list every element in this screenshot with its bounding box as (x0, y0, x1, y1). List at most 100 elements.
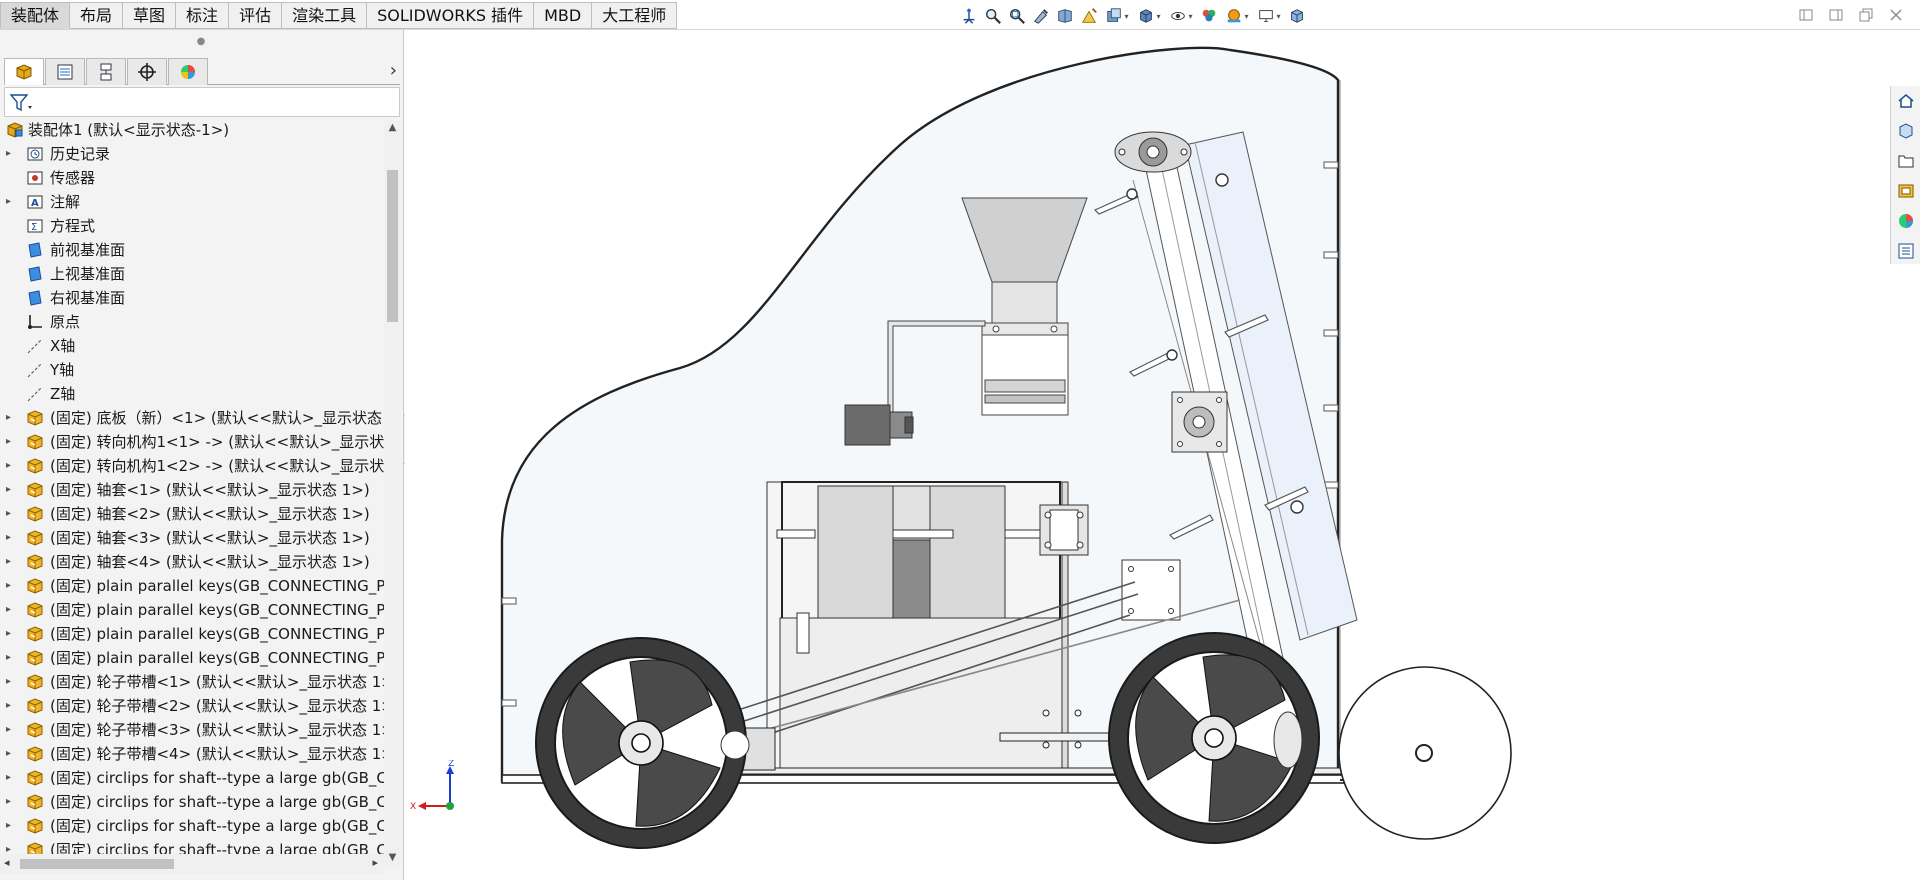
tree-item[interactable]: ▸ (固定) 轴套<1> (默认<<默认>_显示状态 1>) (0, 478, 384, 502)
tree-horizontal-scrollbar[interactable]: ◂ ▸ (0, 854, 384, 874)
scroll-right-icon[interactable]: ▸ (372, 856, 378, 869)
expand-arrow-icon[interactable]: ▸ (6, 670, 16, 694)
command-tab[interactable]: 评估 (229, 2, 283, 29)
tree-item[interactable]: 前视基准面 (0, 238, 384, 262)
tree-item[interactable]: ▸ (固定) circlips for shaft--type a large g… (0, 814, 384, 838)
expand-arrow-icon[interactable]: ▸ (6, 646, 16, 670)
tree-item[interactable]: ▸ (固定) 轮子带槽<2> (默认<<默认>_显示状态 1>) (0, 694, 384, 718)
dynamic-annotation-icon[interactable] (1078, 5, 1100, 27)
tree-item[interactable]: ▸ (固定) plain parallel keys(GB_CONNECTING_… (0, 598, 384, 622)
command-tab[interactable]: 草图 (123, 2, 177, 29)
expand-arrow-icon[interactable]: ▸ (6, 478, 16, 502)
tree-item[interactable]: ▸ A 注解 (0, 190, 384, 214)
tree-item[interactable]: 上视基准面 (0, 262, 384, 286)
restore-icon[interactable] (1856, 6, 1876, 24)
expand-arrow-icon[interactable]: ▸ (6, 190, 16, 214)
tree-item[interactable]: ▸ (固定) 轴套<4> (默认<<默认>_显示状态 1>) (0, 550, 384, 574)
panel-grip-icon[interactable]: ● (196, 36, 206, 47)
zoom-to-fit-icon[interactable] (982, 5, 1004, 27)
expand-arrow-icon[interactable]: ▸ (6, 406, 16, 430)
command-tab[interactable]: 大工程师 (592, 2, 678, 29)
tree-item[interactable]: ▸ (固定) circlips for shaft--type a large g… (0, 766, 384, 790)
expand-arrow-icon[interactable]: ▸ (6, 430, 16, 454)
tree-vertical-scrollbar[interactable]: ▲ ▼ (384, 120, 401, 868)
view-settings-icon[interactable]: ▾ (1102, 5, 1132, 27)
tree-item[interactable]: 右视基准面 (0, 286, 384, 310)
expand-arrow-icon[interactable]: ▸ (6, 790, 16, 814)
tile-right-icon[interactable] (1826, 6, 1846, 24)
file-explorer-icon[interactable] (1891, 146, 1920, 176)
command-tab[interactable]: 标注 (176, 2, 230, 29)
tree-item[interactable]: ▸ (固定) 转向机构1<1> -> (默认<<默认>_显示状态 (0, 430, 384, 454)
apply-scene-icon[interactable]: ▾ (1222, 5, 1252, 27)
tree-item[interactable]: ▸ (固定) 轴套<3> (默认<<默认>_显示状态 1>) (0, 526, 384, 550)
tree-filter-input[interactable] (4, 87, 400, 117)
home-icon[interactable] (1891, 86, 1920, 116)
command-tab[interactable]: 装配体 (0, 2, 71, 29)
edit-appearance-icon[interactable] (1198, 5, 1220, 27)
expand-arrow-icon[interactable]: ▸ (6, 550, 16, 574)
command-tab[interactable]: MBD (534, 2, 593, 29)
feature-manager-icon[interactable] (4, 58, 44, 85)
scroll-down-icon[interactable]: ▼ (387, 852, 398, 866)
property-manager-icon[interactable] (45, 58, 85, 85)
command-tab[interactable]: 渲染工具 (282, 2, 368, 29)
tree-item[interactable]: ▸ (固定) 轮子带槽<1> (默认<<默认>_显示状态 1>) (0, 670, 384, 694)
scroll-up-icon[interactable]: ▲ (387, 122, 398, 136)
expand-arrow-icon[interactable]: ▸ (6, 694, 16, 718)
zoom-area-icon[interactable] (1006, 5, 1028, 27)
tree-item[interactable]: ▸ 历史记录 (0, 142, 384, 166)
expand-arrow-icon[interactable]: ▸ (6, 454, 16, 478)
tree-item[interactable]: X轴 (0, 334, 384, 358)
tile-left-icon[interactable] (1796, 6, 1816, 24)
appearances-icon[interactable] (1891, 206, 1920, 236)
scroll-thumb-horizontal[interactable] (20, 859, 174, 869)
tree-item[interactable]: ▸ (固定) 轮子带槽<3> (默认<<默认>_显示状态 1>) (0, 718, 384, 742)
dimxpert-manager-icon[interactable] (127, 58, 167, 85)
assembly-drawing[interactable] (405, 31, 1885, 880)
view-palette-icon[interactable] (1891, 176, 1920, 206)
chevron-right-icon[interactable]: › (390, 60, 397, 81)
custom-properties-icon[interactable] (1891, 236, 1920, 266)
view-orientation-icon[interactable] (958, 5, 980, 27)
tree-item[interactable]: ▸ (固定) plain parallel keys(GB_CONNECTING_… (0, 574, 384, 598)
tree-item[interactable]: ▸ (固定) 轮子带槽<4> (默认<<默认>_显示状态 1>) (0, 742, 384, 766)
close-icon[interactable] (1886, 6, 1906, 24)
expand-arrow-icon[interactable]: ▸ (6, 574, 16, 598)
tree-item[interactable]: 原点 (0, 310, 384, 334)
tree-item[interactable]: ▸ (固定) 转向机构1<2> -> (默认<<默认>_显示状态 (0, 454, 384, 478)
expand-arrow-icon[interactable]: ▸ (6, 814, 16, 838)
3d-view-icon[interactable] (1286, 5, 1308, 27)
tree-item[interactable]: 传感器 (0, 166, 384, 190)
hide-show-items-icon[interactable]: ▾ (1166, 5, 1196, 27)
tree-item[interactable]: Z轴 (0, 382, 384, 406)
tree-item[interactable]: ▸ (固定) 底板（新）<1> (默认<<默认>_显示状态 1 (0, 406, 384, 430)
tree-root-item[interactable]: 装配体1 (默认<显示状态-1>) (0, 118, 384, 142)
expand-arrow-icon[interactable]: ▸ (6, 142, 16, 166)
tree-item[interactable]: ▸ (固定) plain parallel keys(GB_CONNECTING_… (0, 646, 384, 670)
tree-item[interactable]: Y轴 (0, 358, 384, 382)
expand-arrow-icon[interactable]: ▸ (6, 718, 16, 742)
expand-arrow-icon[interactable]: ▸ (6, 502, 16, 526)
tree-item[interactable]: ▸ (固定) 轴套<2> (默认<<默认>_显示状态 1>) (0, 502, 384, 526)
expand-arrow-icon[interactable]: ▸ (6, 622, 16, 646)
command-tab[interactable]: SOLIDWORKS 插件 (367, 2, 535, 29)
scroll-thumb[interactable] (387, 170, 398, 322)
display-style-icon[interactable]: ▾ (1134, 5, 1164, 27)
expand-arrow-icon[interactable]: ▸ (6, 598, 16, 622)
configuration-manager-icon[interactable] (86, 58, 126, 85)
tree-item[interactable]: Σ 方程式 (0, 214, 384, 238)
command-tab[interactable]: 布局 (70, 2, 124, 29)
tree-item[interactable]: ▸ (固定) circlips for shaft--type a large g… (0, 790, 384, 814)
scroll-left-icon[interactable]: ◂ (4, 856, 10, 869)
view-display-icon[interactable]: ▾ (1254, 5, 1284, 27)
display-manager-icon[interactable] (168, 58, 208, 85)
expand-arrow-icon[interactable]: ▸ (6, 766, 16, 790)
previous-view-icon[interactable] (1030, 5, 1052, 27)
expand-arrow-icon[interactable]: ▸ (6, 742, 16, 766)
section-view-icon[interactable] (1054, 5, 1076, 27)
graphics-area[interactable]: Z X (405, 31, 1920, 880)
tree-item[interactable]: ▸ (固定) plain parallel keys(GB_CONNECTING_… (0, 622, 384, 646)
expand-arrow-icon[interactable]: ▸ (6, 526, 16, 550)
parts-library-icon[interactable] (1891, 116, 1920, 146)
